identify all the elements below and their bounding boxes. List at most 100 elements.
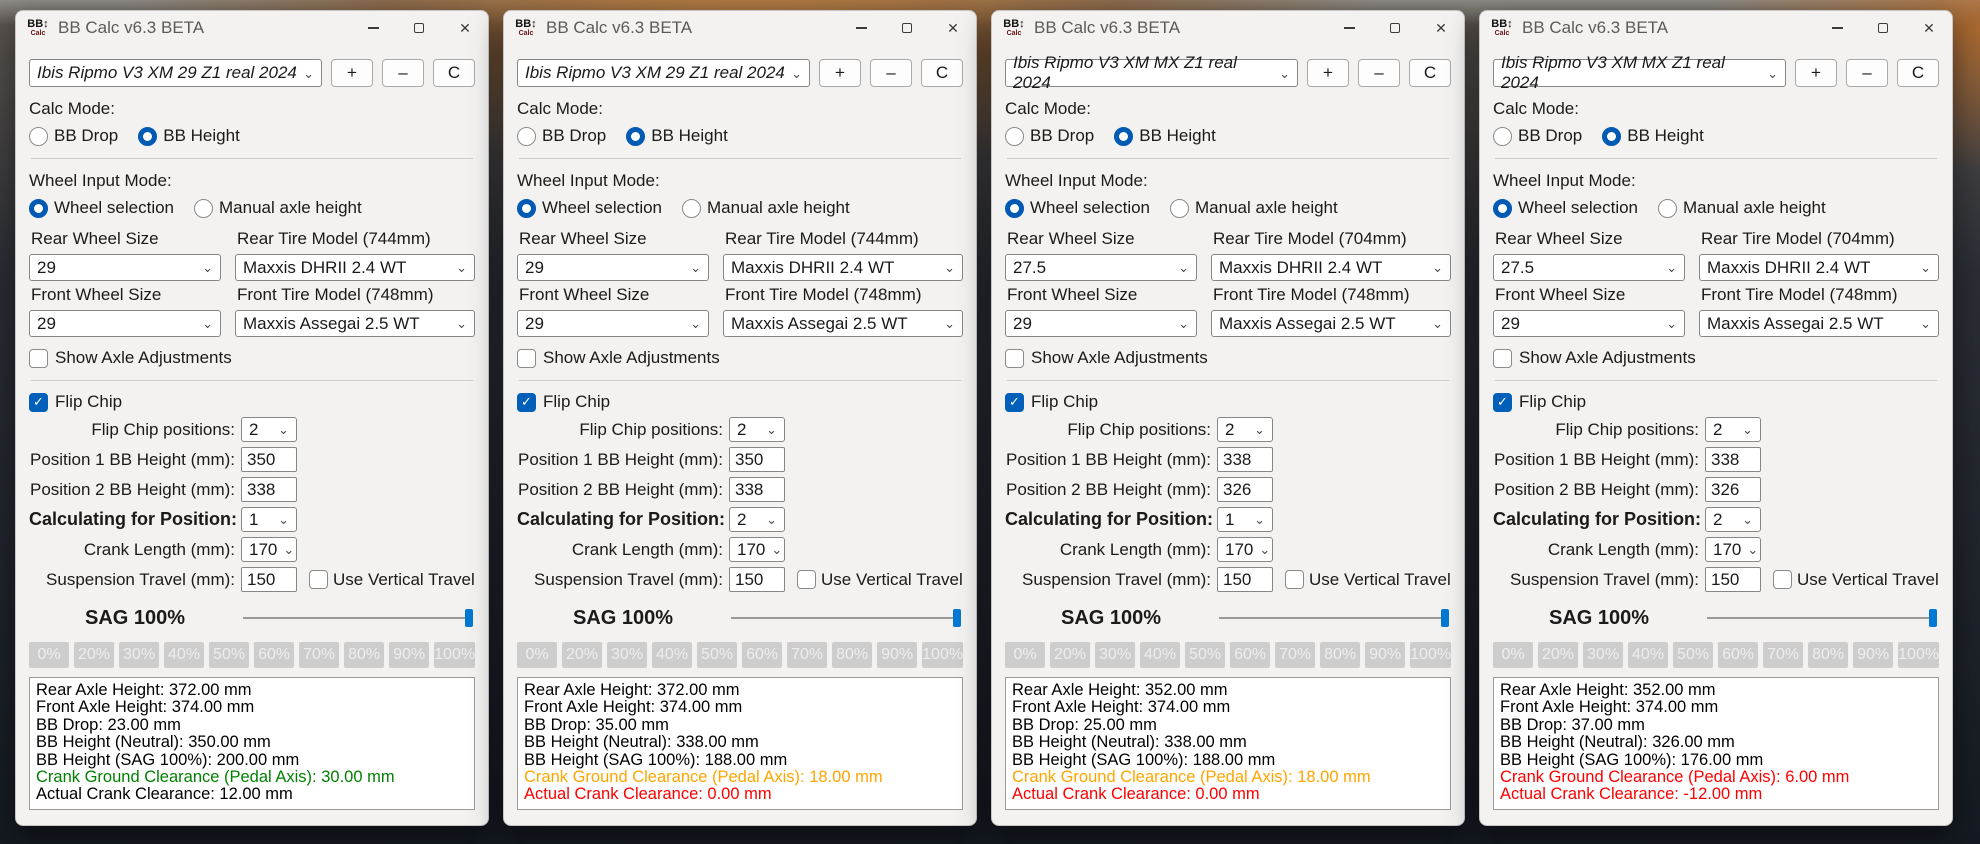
suspension-travel-input[interactable] — [729, 567, 785, 592]
add-preset-button[interactable]: + — [819, 59, 861, 87]
position1-input[interactable] — [1705, 447, 1761, 472]
suspension-travel-input[interactable] — [1705, 567, 1761, 592]
sag-0-button[interactable]: 0% — [517, 642, 558, 668]
rear-wheel-size-select[interactable]: 27.5 ⌄ — [1005, 254, 1197, 281]
use-vertical-travel-checkbox[interactable]: Use Vertical Travel — [309, 570, 475, 590]
sag-30-button[interactable]: 30% — [1583, 642, 1624, 668]
preset-select[interactable]: Ibis Ripmo V3 XM MX Z1 real 2024 ⌄ — [1005, 53, 1298, 92]
remove-preset-button[interactable]: – — [1846, 59, 1888, 87]
sag-60-button[interactable]: 60% — [254, 642, 295, 668]
rear-wheel-size-select[interactable]: 29 ⌄ — [517, 254, 709, 281]
sag-slider[interactable] — [1707, 609, 1937, 627]
sag-20-button[interactable]: 20% — [74, 642, 115, 668]
sag-50-button[interactable]: 50% — [1185, 642, 1226, 668]
close-button[interactable]: ✕ — [1418, 11, 1464, 45]
wheel-selection-radio[interactable]: Wheel selection — [517, 198, 662, 218]
add-preset-button[interactable]: + — [331, 59, 373, 87]
rear-tire-model-select[interactable]: Maxxis DHRII 2.4 WT ⌄ — [1211, 254, 1451, 281]
sag-70-button[interactable]: 70% — [787, 642, 828, 668]
maximize-button[interactable] — [1372, 11, 1418, 45]
bb-drop-radio[interactable]: BB Drop — [517, 126, 606, 146]
sag-slider-thumb[interactable] — [953, 609, 961, 627]
front-tire-model-select[interactable]: Maxxis Assegai 2.5 WT ⌄ — [1211, 310, 1451, 337]
position2-input[interactable] — [1705, 477, 1761, 502]
bb-drop-radio[interactable]: BB Drop — [1005, 126, 1094, 146]
sag-90-button[interactable]: 90% — [389, 642, 430, 668]
flip-chip-checkbox[interactable]: ✓ Flip Chip — [1493, 392, 1939, 412]
front-tire-model-select[interactable]: Maxxis Assegai 2.5 WT ⌄ — [1699, 310, 1939, 337]
sag-90-button[interactable]: 90% — [1853, 642, 1894, 668]
sag-100-button[interactable]: 100% — [1898, 642, 1940, 668]
sag-100-button[interactable]: 100% — [434, 642, 476, 668]
flip-chip-checkbox[interactable]: ✓ Flip Chip — [517, 392, 963, 412]
sag-slider-thumb[interactable] — [465, 609, 473, 627]
show-axle-adjustments-checkbox[interactable]: Show Axle Adjustments — [1493, 348, 1939, 368]
flip-chip-checkbox[interactable]: ✓ Flip Chip — [29, 392, 475, 412]
flip-chip-positions-select[interactable]: 2 ⌄ — [729, 417, 785, 442]
sag-40-button[interactable]: 40% — [164, 642, 205, 668]
use-vertical-travel-checkbox[interactable]: Use Vertical Travel — [1285, 570, 1451, 590]
sag-100-button[interactable]: 100% — [922, 642, 964, 668]
use-vertical-travel-checkbox[interactable]: Use Vertical Travel — [1773, 570, 1939, 590]
crank-length-select[interactable]: 170 ⌄ — [729, 537, 785, 562]
maximize-button[interactable] — [1860, 11, 1906, 45]
bb-height-radio[interactable]: BB Height — [1114, 126, 1216, 146]
sag-80-button[interactable]: 80% — [832, 642, 873, 668]
flip-chip-positions-select[interactable]: 2 ⌄ — [1217, 417, 1273, 442]
add-preset-button[interactable]: + — [1307, 59, 1349, 87]
wheel-selection-radio[interactable]: Wheel selection — [1493, 198, 1638, 218]
clear-button[interactable]: C — [921, 59, 963, 87]
sag-0-button[interactable]: 0% — [1005, 642, 1046, 668]
clear-button[interactable]: C — [1409, 59, 1451, 87]
front-wheel-size-select[interactable]: 29 ⌄ — [29, 310, 221, 337]
remove-preset-button[interactable]: – — [870, 59, 912, 87]
bb-drop-radio[interactable]: BB Drop — [1493, 126, 1582, 146]
sag-slider[interactable] — [1219, 609, 1449, 627]
rear-tire-model-select[interactable]: Maxxis DHRII 2.4 WT ⌄ — [235, 254, 475, 281]
preset-select[interactable]: Ibis Ripmo V3 XM 29 Z1 real 2024 ⌄ — [517, 59, 810, 87]
show-axle-adjustments-checkbox[interactable]: Show Axle Adjustments — [517, 348, 963, 368]
sag-100-button[interactable]: 100% — [1410, 642, 1452, 668]
crank-length-select[interactable]: 170 ⌄ — [241, 537, 297, 562]
use-vertical-travel-checkbox[interactable]: Use Vertical Travel — [797, 570, 963, 590]
calc-position-select[interactable]: 1 ⌄ — [1217, 507, 1273, 532]
bb-height-radio[interactable]: BB Height — [1602, 126, 1704, 146]
manual-axle-height-radio[interactable]: Manual axle height — [194, 198, 362, 218]
rear-wheel-size-select[interactable]: 27.5 ⌄ — [1493, 254, 1685, 281]
bb-height-radio[interactable]: BB Height — [626, 126, 728, 146]
sag-70-button[interactable]: 70% — [1763, 642, 1804, 668]
close-button[interactable]: ✕ — [1906, 11, 1952, 45]
flip-chip-checkbox[interactable]: ✓ Flip Chip — [1005, 392, 1451, 412]
bb-height-radio[interactable]: BB Height — [138, 126, 240, 146]
sag-20-button[interactable]: 20% — [1538, 642, 1579, 668]
sag-30-button[interactable]: 30% — [607, 642, 648, 668]
rear-tire-model-select[interactable]: Maxxis DHRII 2.4 WT ⌄ — [723, 254, 963, 281]
sag-70-button[interactable]: 70% — [1275, 642, 1316, 668]
sag-70-button[interactable]: 70% — [299, 642, 340, 668]
front-wheel-size-select[interactable]: 29 ⌄ — [1005, 310, 1197, 337]
sag-slider[interactable] — [243, 609, 473, 627]
sag-40-button[interactable]: 40% — [1628, 642, 1669, 668]
sag-80-button[interactable]: 80% — [1320, 642, 1361, 668]
flip-chip-positions-select[interactable]: 2 ⌄ — [241, 417, 297, 442]
preset-select[interactable]: Ibis Ripmo V3 XM 29 Z1 real 2024 ⌄ — [29, 59, 322, 87]
add-preset-button[interactable]: + — [1795, 59, 1837, 87]
rear-tire-model-select[interactable]: Maxxis DHRII 2.4 WT ⌄ — [1699, 254, 1939, 281]
close-button[interactable]: ✕ — [930, 11, 976, 45]
sag-80-button[interactable]: 80% — [1808, 642, 1849, 668]
suspension-travel-input[interactable] — [241, 567, 297, 592]
manual-axle-height-radio[interactable]: Manual axle height — [1170, 198, 1338, 218]
front-wheel-size-select[interactable]: 29 ⌄ — [517, 310, 709, 337]
sag-40-button[interactable]: 40% — [1140, 642, 1181, 668]
crank-length-select[interactable]: 170 ⌄ — [1705, 537, 1761, 562]
front-wheel-size-select[interactable]: 29 ⌄ — [1493, 310, 1685, 337]
minimize-button[interactable] — [838, 11, 884, 45]
position1-input[interactable] — [729, 447, 785, 472]
maximize-button[interactable] — [396, 11, 442, 45]
position1-input[interactable] — [241, 447, 297, 472]
position1-input[interactable] — [1217, 447, 1273, 472]
calc-position-select[interactable]: 1 ⌄ — [241, 507, 297, 532]
sag-90-button[interactable]: 90% — [877, 642, 918, 668]
manual-axle-height-radio[interactable]: Manual axle height — [1658, 198, 1826, 218]
minimize-button[interactable] — [1814, 11, 1860, 45]
